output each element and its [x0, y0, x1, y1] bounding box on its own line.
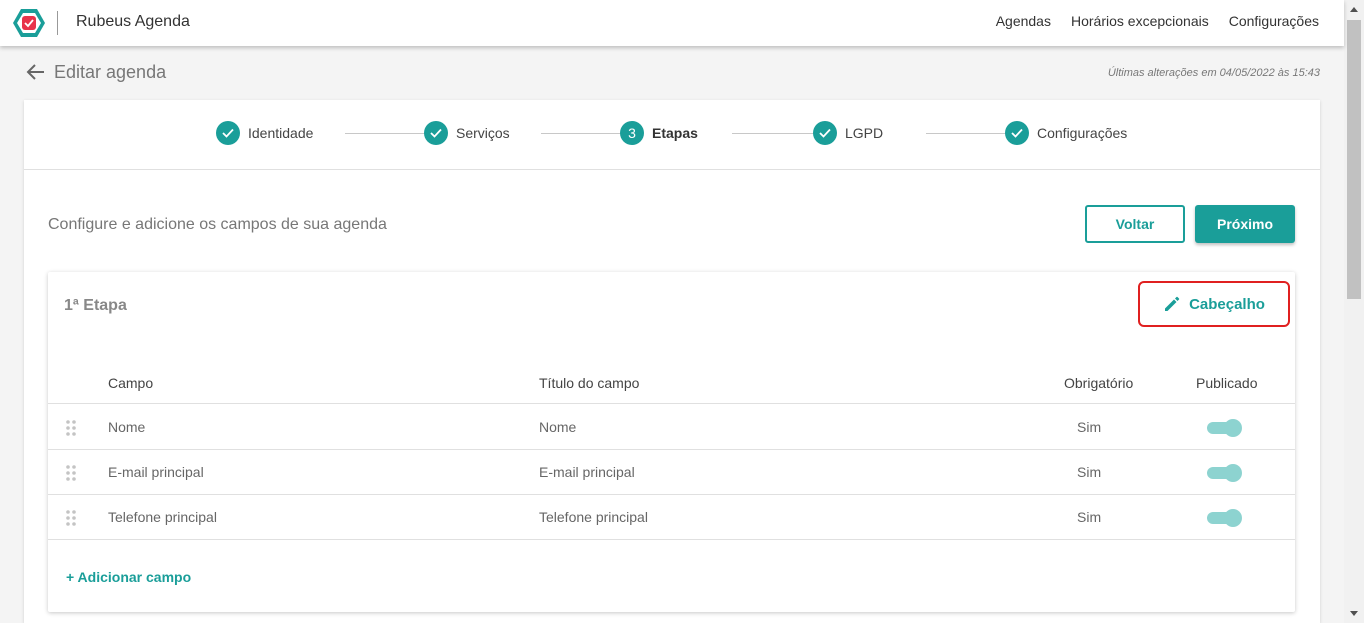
step-lgpd[interactable]: LGPD: [813, 121, 883, 145]
table-header: Campo Título do campo Obrigatório Public…: [48, 362, 1295, 404]
stage-title: 1ª Etapa: [64, 297, 127, 314]
step-servicos[interactable]: Serviços: [424, 121, 510, 145]
field-name: E-mail principal: [108, 464, 204, 480]
field-required: Sim: [1077, 509, 1102, 525]
header-button-label: Cabeçalho: [1189, 295, 1265, 313]
pencil-icon: [1165, 296, 1180, 311]
column-header-required: Obrigatório: [1064, 375, 1134, 391]
published-toggle[interactable]: [1207, 509, 1243, 527]
top-navigation: Agendas Horários excepcionais Configuraç…: [996, 13, 1319, 29]
stage-card: 1ª Etapa Cabeçalho Campo Título do campo…: [48, 272, 1295, 612]
step-configuracoes[interactable]: Configurações: [1005, 121, 1127, 145]
field-title: Nome: [539, 419, 577, 435]
stepper: Identidade Serviços 3 Etapas LGPD Config…: [24, 100, 1320, 170]
step-label: Configurações: [1037, 125, 1128, 141]
step-connector: [732, 133, 826, 134]
published-toggle[interactable]: [1207, 464, 1243, 482]
toggle-knob: [1224, 509, 1242, 527]
nav-settings[interactable]: Configurações: [1229, 13, 1319, 29]
page-scrollbar[interactable]: [1344, 0, 1364, 623]
nav-exceptional-hours[interactable]: Horários excepcionais: [1071, 13, 1209, 29]
toggle-knob: [1224, 419, 1242, 437]
step-label: LGPD: [845, 125, 884, 141]
header-button[interactable]: Cabeçalho: [1138, 281, 1290, 327]
step-label: Etapas: [652, 125, 698, 141]
field-title: Telefone principal: [539, 509, 648, 525]
step-etapas[interactable]: 3 Etapas: [620, 121, 698, 145]
app-title: Rubeus Agenda: [76, 13, 190, 30]
column-header-field: Campo: [108, 375, 154, 391]
field-name: Telefone principal: [108, 509, 217, 525]
back-arrow-icon[interactable]: [26, 62, 46, 82]
column-header-field-title: Título do campo: [539, 375, 640, 391]
field-name: Nome: [108, 419, 146, 435]
logo-divider: [57, 11, 58, 35]
top-bar: Rubeus Agenda Agendas Horários excepcion…: [0, 0, 1344, 46]
scroll-thumb[interactable]: [1347, 20, 1361, 299]
step-label: Serviços: [456, 125, 510, 141]
check-icon: [1005, 121, 1029, 145]
step-label: Identidade: [248, 125, 314, 141]
page-title: Editar agenda: [54, 62, 167, 82]
scroll-up-arrow-icon[interactable]: [1344, 0, 1364, 20]
instructions-text: Configure e adicione os campos de sua ag…: [48, 216, 387, 233]
last-change-timestamp: Últimas alterações em 04/05/2022 às 15:4…: [1107, 67, 1320, 79]
field-title: E-mail principal: [539, 464, 635, 480]
drag-handle-icon[interactable]: [65, 464, 77, 482]
scroll-down-arrow-icon[interactable]: [1344, 603, 1364, 623]
nav-agendas[interactable]: Agendas: [996, 13, 1051, 29]
check-icon: [813, 121, 837, 145]
drag-handle-icon[interactable]: [65, 509, 77, 527]
table-row: Nome Nome Sim: [48, 405, 1295, 450]
published-toggle[interactable]: [1207, 419, 1243, 437]
field-required: Sim: [1077, 464, 1102, 480]
app-logo-icon[interactable]: [12, 8, 46, 38]
step-number: 3: [620, 121, 644, 145]
next-button[interactable]: Próximo: [1195, 205, 1295, 243]
back-button[interactable]: Voltar: [1085, 205, 1185, 243]
field-required: Sim: [1077, 419, 1102, 435]
add-field-link[interactable]: + Adicionar campo: [66, 569, 191, 585]
drag-handle-icon[interactable]: [65, 419, 77, 437]
check-icon: [216, 121, 240, 145]
step-identidade[interactable]: Identidade: [216, 121, 313, 145]
edit-agenda-panel: Identidade Serviços 3 Etapas LGPD Config…: [24, 100, 1320, 623]
check-icon: [424, 121, 448, 145]
table-row: Telefone principal Telefone principal Si…: [48, 495, 1295, 540]
column-header-published: Publicado: [1196, 375, 1258, 391]
table-row: E-mail principal E-mail principal Sim: [48, 450, 1295, 495]
toggle-knob: [1224, 464, 1242, 482]
